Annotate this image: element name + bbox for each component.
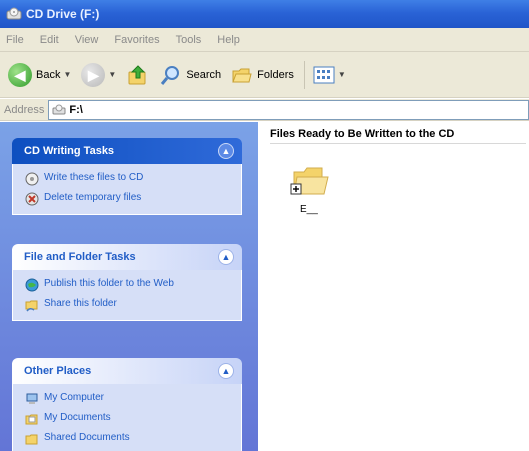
file-folder-tasks-panel: File and Folder Tasks ▲ Publish this fol… — [12, 244, 242, 321]
cd-writing-tasks-header[interactable]: CD Writing Tasks ▲ — [12, 138, 242, 164]
up-folder-button[interactable] — [126, 63, 150, 87]
folders-button[interactable]: Folders — [231, 64, 294, 86]
up-folder-icon — [128, 64, 146, 84]
task-pane: CD Writing Tasks ▲ Write these files to … — [0, 122, 258, 451]
file-folder-tasks-header[interactable]: File and Folder Tasks ▲ — [12, 244, 242, 270]
cd-writing-tasks-body: Write these files to CD Delete temporary… — [12, 164, 242, 215]
other-places-body: My Computer My Documents Shared Document… — [12, 384, 242, 451]
toolbar-separator — [303, 60, 305, 89]
collapse-chevron-icon[interactable]: ▲ — [218, 363, 234, 379]
address-bar: Address F:\ — [0, 99, 529, 121]
delete-files-icon — [25, 192, 39, 206]
title-bar: CD Drive (F:) — [0, 0, 529, 28]
back-label: Back — [36, 68, 61, 81]
cd-drive-icon — [6, 7, 22, 20]
address-input[interactable]: F:\ — [48, 99, 529, 120]
collapse-chevron-icon[interactable]: ▲ — [218, 143, 234, 159]
folders-icon — [232, 68, 252, 82]
search-label: Search — [186, 68, 222, 81]
folder-icon — [290, 167, 329, 195]
task-label: Write these files to CD — [44, 172, 144, 183]
place-label: My Computer — [44, 392, 105, 403]
task-label: Publish this folder to the Web — [44, 278, 174, 289]
forward-dropdown-icon[interactable]: ▼ — [108, 70, 116, 79]
views-icon — [313, 66, 335, 83]
back-arrow-icon: ◀ — [8, 62, 32, 87]
file-folder-tasks-body: Publish this folder to the Web Share thi… — [12, 270, 242, 321]
task-delete-temporary-files[interactable]: Delete temporary files — [25, 192, 233, 206]
collapse-chevron-icon[interactable]: ▲ — [218, 249, 234, 265]
place-label: My Documents — [44, 412, 111, 423]
search-icon — [161, 65, 180, 85]
my-documents-icon — [25, 414, 38, 425]
menu-help[interactable]: Help — [217, 34, 240, 46]
search-button[interactable]: Search — [160, 64, 221, 86]
forward-button[interactable]: ▶ ▼ — [81, 62, 116, 87]
task-label: Delete temporary files — [44, 192, 142, 203]
share-folder-icon — [25, 300, 38, 312]
window-title: CD Drive (F:) — [26, 7, 100, 21]
task-publish-to-web[interactable]: Publish this folder to the Web — [25, 278, 233, 292]
task-label: Share this folder — [44, 298, 117, 309]
address-value: F:\ — [69, 103, 83, 116]
task-write-files-to-cd[interactable]: Write these files to CD — [25, 172, 233, 186]
menu-file[interactable]: File — [6, 34, 24, 46]
menu-view[interactable]: View — [75, 34, 99, 46]
other-places-header[interactable]: Other Places ▲ — [12, 358, 242, 384]
toolbar: ◀ Back ▼ ▶ ▼ Search Folders ▼ — [0, 52, 529, 98]
task-share-folder[interactable]: Share this folder — [25, 298, 233, 312]
write-cd-icon — [25, 172, 39, 186]
place-label: Shared Documents — [44, 432, 130, 443]
menu-edit[interactable]: Edit — [40, 34, 59, 46]
menu-favorites[interactable]: Favorites — [114, 34, 159, 46]
cd-writing-tasks-title: CD Writing Tasks — [24, 145, 115, 157]
file-list-pane: Files Ready to Be Written to the CD E__ — [258, 122, 529, 451]
place-my-computer[interactable]: My Computer — [25, 392, 233, 406]
file-item-folder[interactable]: E__ — [288, 164, 338, 218]
back-button[interactable]: ◀ Back ▼ — [8, 62, 71, 87]
publish-web-icon — [25, 278, 39, 292]
menu-bar: File Edit View Favorites Tools Help — [0, 28, 529, 52]
forward-arrow-icon: ▶ — [81, 62, 106, 87]
file-folder-tasks-title: File and Folder Tasks — [24, 251, 136, 263]
views-button[interactable]: ▼ — [313, 66, 346, 84]
menu-tools[interactable]: Tools — [176, 34, 202, 46]
group-header: Files Ready to Be Written to the CD — [270, 128, 526, 144]
address-label: Address — [4, 103, 45, 116]
other-places-panel: Other Places ▲ My Computer My Documents — [12, 358, 242, 451]
drive-icon — [52, 104, 66, 114]
cd-writing-tasks-panel: CD Writing Tasks ▲ Write these files to … — [12, 138, 242, 215]
other-places-title: Other Places — [24, 365, 92, 377]
back-dropdown-icon[interactable]: ▼ — [63, 70, 71, 79]
my-computer-icon — [26, 393, 38, 404]
file-name: E__ — [300, 204, 318, 215]
folders-label: Folders — [257, 68, 294, 81]
views-dropdown-icon[interactable]: ▼ — [338, 70, 346, 79]
shared-documents-icon — [25, 434, 38, 445]
place-shared-documents[interactable]: Shared Documents — [25, 432, 233, 446]
place-my-documents[interactable]: My Documents — [25, 412, 233, 426]
